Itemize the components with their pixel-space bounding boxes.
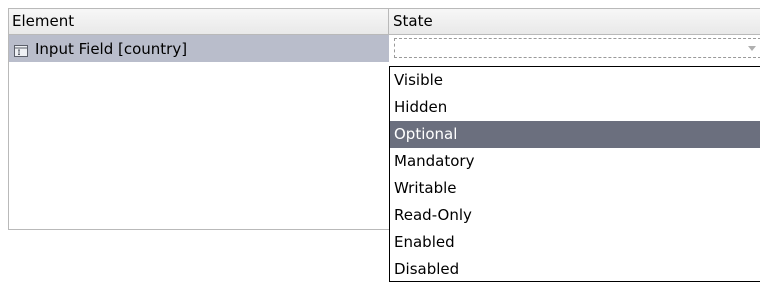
table-row[interactable]: Input Field [country]	[9, 35, 760, 62]
option-read-only[interactable]: Read-Only	[390, 202, 760, 229]
input-field-icon	[14, 43, 28, 57]
option-visible[interactable]: Visible	[390, 67, 760, 94]
state-combobox[interactable]	[394, 38, 760, 58]
element-cell[interactable]: Input Field [country]	[9, 35, 389, 62]
option-optional[interactable]: Optional	[390, 121, 760, 148]
state-dropdown-list: Visible Hidden Optional Mandatory Writab…	[389, 66, 760, 282]
option-mandatory[interactable]: Mandatory	[390, 148, 760, 175]
state-cell[interactable]	[390, 35, 760, 62]
column-header-state[interactable]: State	[390, 9, 760, 34]
option-hidden[interactable]: Hidden	[390, 94, 760, 121]
element-name: Input Field [country]	[35, 39, 188, 58]
table-header: Element State	[9, 9, 760, 35]
option-disabled[interactable]: Disabled	[390, 256, 760, 283]
option-writable[interactable]: Writable	[390, 175, 760, 202]
option-enabled[interactable]: Enabled	[390, 229, 760, 256]
column-header-element[interactable]: Element	[9, 9, 389, 34]
chevron-down-icon[interactable]	[748, 46, 756, 51]
